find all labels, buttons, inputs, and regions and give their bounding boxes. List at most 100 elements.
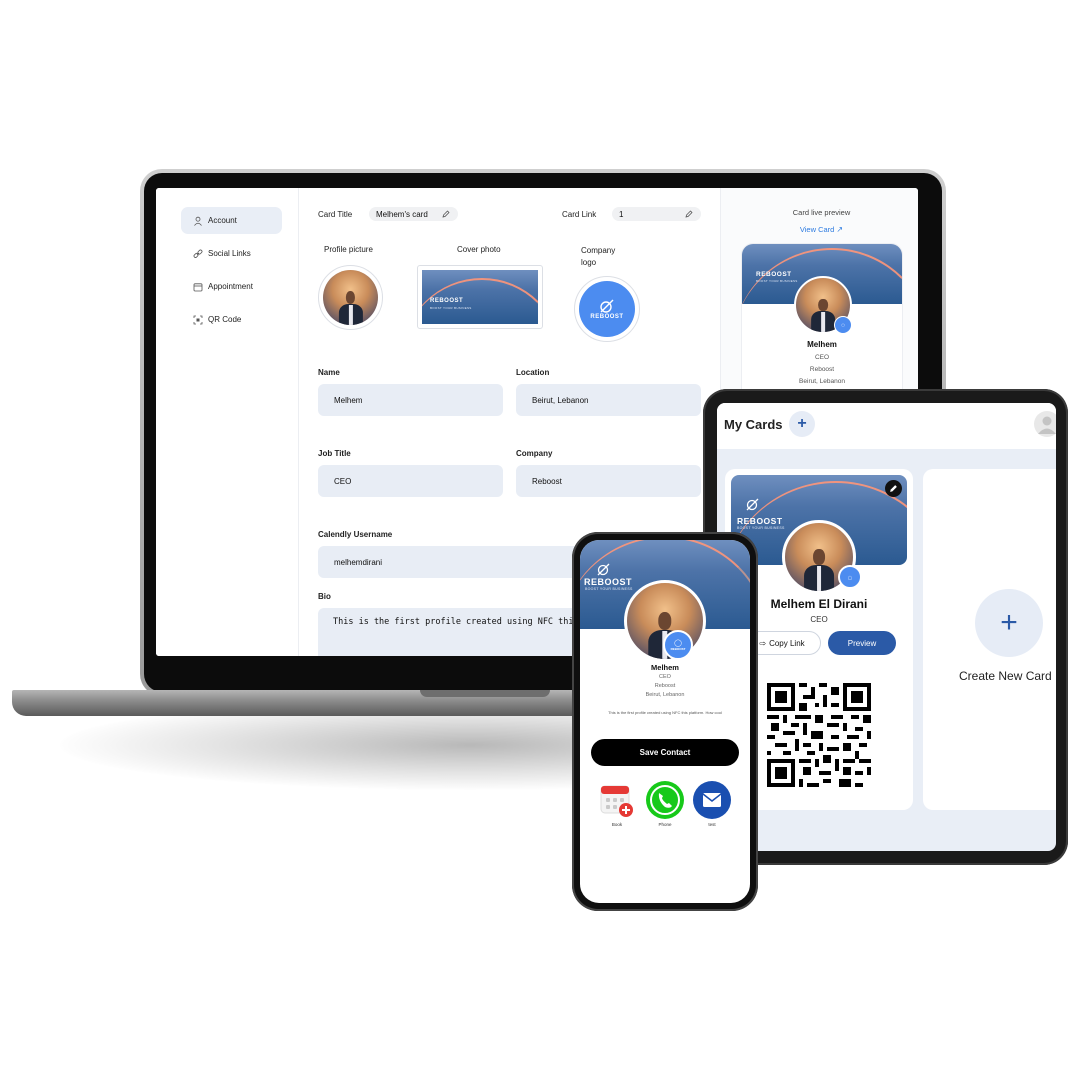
- phone-label: Phone: [658, 822, 672, 827]
- brand-tagline: BOOST YOUR BUSINESS: [430, 306, 472, 310]
- company-input[interactable]: Reboost: [516, 465, 701, 497]
- contact-bio: This is the first profile created using …: [608, 710, 722, 715]
- qr-code: [767, 683, 871, 787]
- sidebar: Account Social Links Appointment QR Code: [156, 188, 299, 656]
- book-label: Book: [611, 822, 623, 827]
- person-image: [338, 290, 363, 325]
- preview-company: Reboost: [809, 366, 835, 373]
- phone-icon: [650, 785, 680, 815]
- share-icon: ⇨: [759, 638, 767, 648]
- laptop-notch: [420, 690, 550, 697]
- my-cards-header: My Cards +: [717, 403, 1056, 449]
- sidebar-item-label: Social Links: [208, 249, 251, 258]
- preview-button[interactable]: Preview: [828, 631, 896, 655]
- edit-icon[interactable]: [685, 210, 693, 218]
- preview-logo-badge: ◯: [834, 316, 852, 334]
- external-link-icon: ↗: [836, 225, 844, 234]
- bio-label: Bio: [318, 592, 331, 601]
- contact-job: CEO: [659, 674, 671, 680]
- page-title: My Cards: [724, 417, 783, 432]
- email-label: test: [708, 822, 716, 827]
- calendly-label: Calendly Username: [318, 530, 393, 539]
- user-avatar-icon[interactable]: [1034, 411, 1056, 437]
- job-title-label: Job Title: [318, 449, 351, 458]
- link-icon: [193, 249, 203, 258]
- company-logo-label: Company logo: [581, 246, 616, 267]
- preview-job: CEO: [814, 354, 830, 361]
- contact-company: Reboost: [654, 683, 676, 689]
- preview-card: REBOOST BOOST YOUR BUSINESS ◯ Melhem CEO…: [741, 243, 903, 403]
- phone-action[interactable]: [646, 781, 684, 819]
- brand-tagline: BOOST YOUR BUSINESS: [756, 279, 798, 283]
- sidebar-item-qr-code[interactable]: QR Code: [181, 306, 282, 333]
- card-link-input[interactable]: 1: [612, 207, 701, 221]
- contact-location: Beirut, Lebanon: [645, 692, 685, 698]
- edit-card-button[interactable]: [885, 480, 902, 497]
- create-new-card-label: Create New Card: [959, 669, 1052, 683]
- job-title-input[interactable]: CEO: [318, 465, 503, 497]
- create-new-card-tile[interactable]: + Create New Card: [923, 469, 1056, 810]
- mail-icon: [702, 793, 722, 807]
- card-link-label: Card Link: [562, 210, 597, 219]
- device-mockup-scene: Account Social Links Appointment QR Code: [0, 0, 1080, 1080]
- company-logo: REBOOST: [579, 281, 635, 337]
- save-contact-button[interactable]: Save Contact: [591, 739, 739, 766]
- cover-photo-uploader[interactable]: REBOOST BOOST YOUR BUSINESS: [417, 265, 543, 329]
- rocket-logo-icon: [746, 498, 759, 511]
- book-action[interactable]: [598, 781, 636, 819]
- qr-icon: [193, 315, 203, 324]
- calendar-plus-icon: [600, 785, 633, 817]
- view-card-label: View Card: [799, 225, 835, 234]
- logo-text: REBOOST: [670, 647, 686, 651]
- rocket-logo-icon: [597, 563, 610, 576]
- sidebar-item-account[interactable]: Account: [181, 207, 282, 234]
- location-input[interactable]: Beirut, Lebanon: [516, 384, 701, 416]
- brand-tagline: BOOST YOUR BUSINESS: [585, 587, 633, 591]
- phone-logo-badge: ◯ REBOOST: [663, 630, 693, 660]
- phone: REBOOST BOOST YOUR BUSINESS ◯ REBOOST Me…: [572, 532, 758, 911]
- pencil-icon: [890, 485, 897, 492]
- edit-icon[interactable]: [442, 210, 450, 218]
- card-title-input[interactable]: Melhem's card: [369, 207, 458, 221]
- card-link-value: 1: [619, 209, 624, 219]
- cover-photo-label: Cover photo: [457, 245, 501, 254]
- add-card-button[interactable]: +: [789, 411, 815, 437]
- name-label: Name: [318, 368, 340, 377]
- brand-name: REBOOST: [737, 516, 783, 526]
- logo-text: REBOOST: [590, 314, 624, 320]
- brand-name: REBOOST: [756, 271, 792, 278]
- company-label: Company: [516, 449, 553, 458]
- email-action[interactable]: [693, 781, 731, 819]
- sidebar-item-label: Account: [208, 216, 237, 225]
- calendar-icon: [193, 282, 203, 291]
- preview-location: Beirut, Lebanon: [799, 378, 845, 385]
- preview-heading: Card live preview: [792, 208, 851, 217]
- contact-name: Melhem: [651, 663, 679, 672]
- cover-photo: REBOOST BOOST YOUR BUSINESS: [422, 270, 538, 324]
- preview-name: Melhem: [807, 340, 837, 349]
- location-label: Location: [516, 368, 550, 377]
- sidebar-item-label: Appointment: [208, 282, 253, 291]
- profile-picture-uploader[interactable]: [318, 265, 383, 330]
- rocket-logo-icon: [600, 299, 614, 313]
- create-card-plus-icon: +: [975, 589, 1043, 657]
- profile-picture-label: Profile picture: [324, 245, 373, 254]
- name-input[interactable]: Melhem: [318, 384, 503, 416]
- company-logo-uploader[interactable]: REBOOST: [574, 276, 640, 342]
- card-title-value: Melhem's card: [376, 209, 428, 219]
- sidebar-item-label: QR Code: [208, 315, 242, 324]
- user-icon: [194, 216, 202, 226]
- card-logo-badge: ◯: [838, 565, 862, 589]
- my-cards-screen: My Cards + REBOOST BOOST YOUR BUSINESS ◯…: [717, 403, 1056, 851]
- contact-card-screen: REBOOST BOOST YOUR BUSINESS ◯ REBOOST Me…: [580, 540, 750, 903]
- plus-icon: +: [797, 415, 807, 432]
- profile-photo: [323, 270, 378, 325]
- brand-name: REBOOST: [584, 577, 633, 587]
- brand-tagline: BOOST YOUR BUSINESS: [737, 526, 785, 530]
- card-title-label: Card Title: [318, 210, 353, 219]
- sidebar-item-social-links[interactable]: Social Links: [181, 240, 282, 267]
- brand-name: REBOOST: [430, 298, 464, 304]
- sidebar-item-appointment[interactable]: Appointment: [181, 273, 282, 300]
- copy-link-label: Copy Link: [769, 638, 805, 648]
- view-card-link[interactable]: View Card ↗: [721, 225, 918, 234]
